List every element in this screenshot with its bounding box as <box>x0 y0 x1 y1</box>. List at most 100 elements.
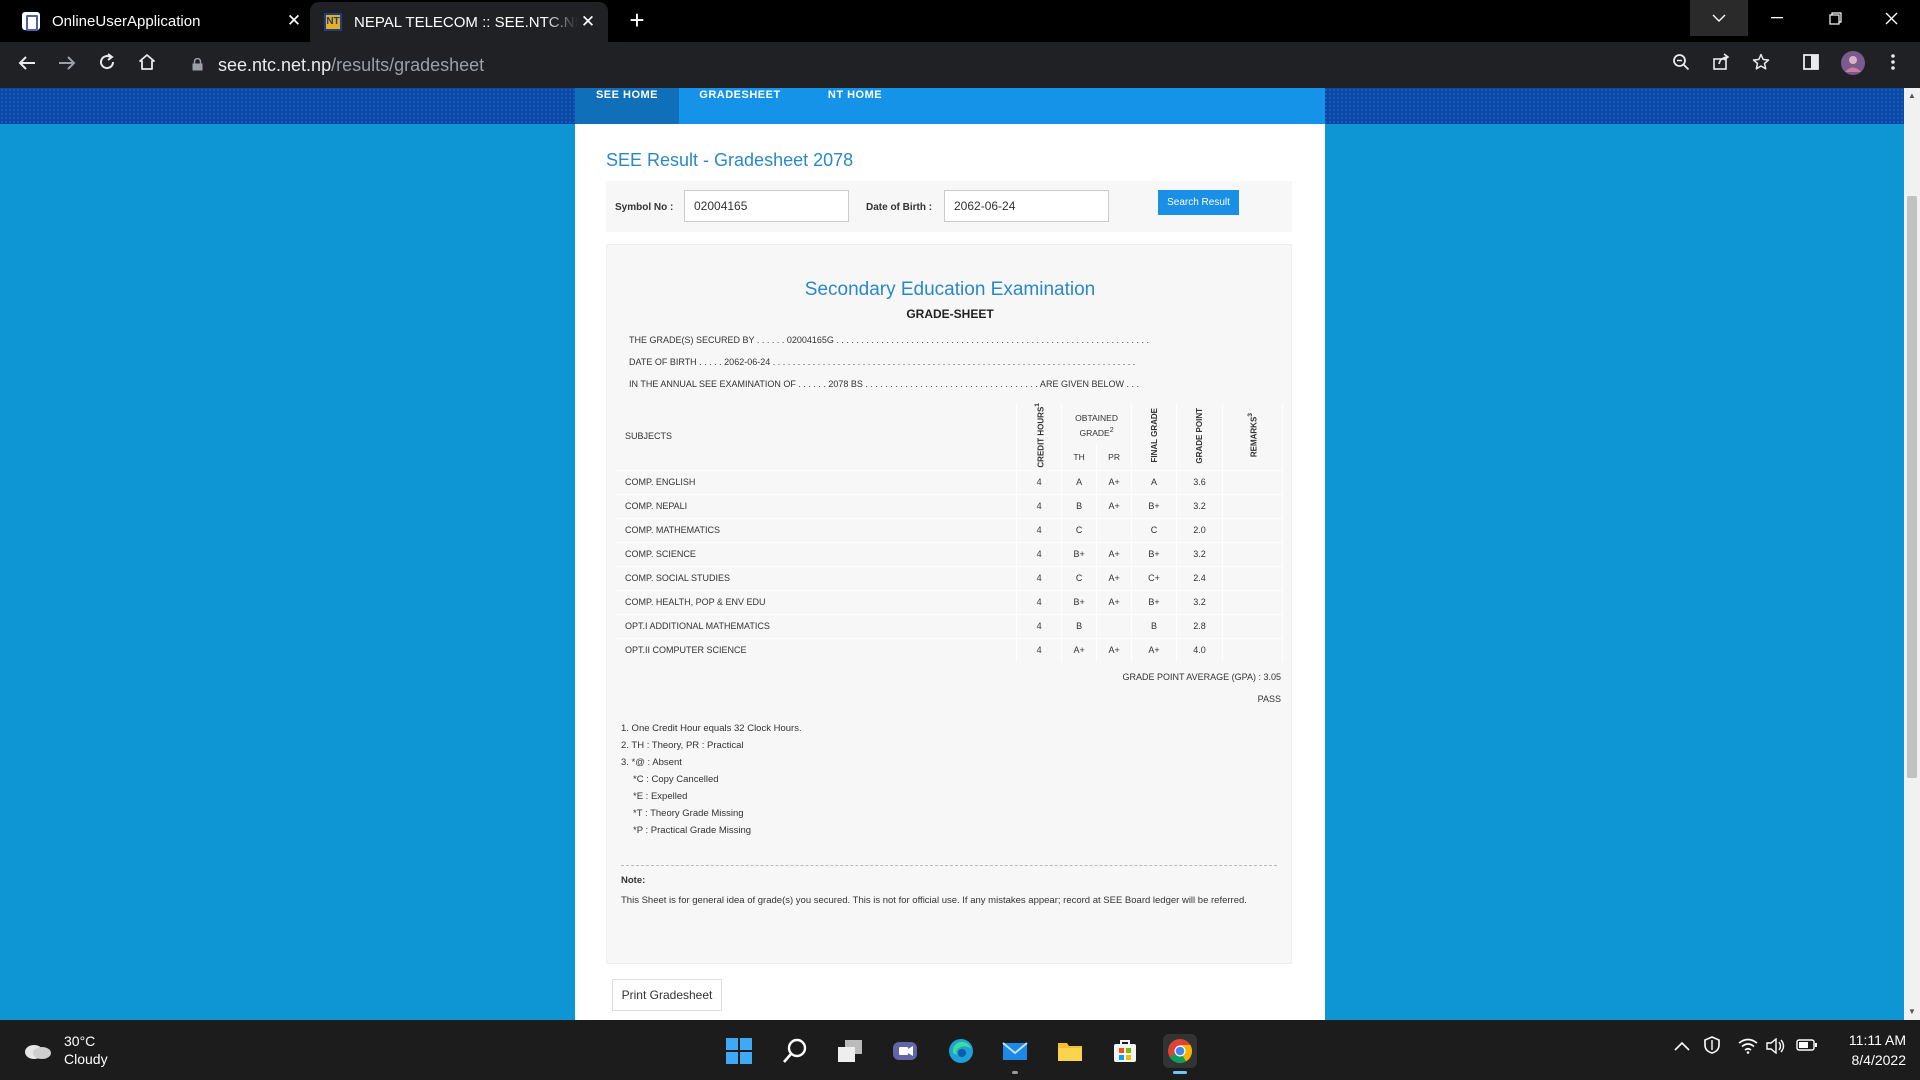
avatar-icon <box>1841 51 1865 75</box>
tab-search-button[interactable] <box>1690 0 1748 36</box>
remarks-cell <box>1222 541 1284 567</box>
print-gradesheet-button[interactable]: Print Gradesheet <box>612 979 722 1011</box>
nav-see-home[interactable]: SEE HOME <box>575 88 679 124</box>
obtained-grade-header: OBTAINED GRADE2 <box>1061 403 1133 444</box>
tab-nepal-telecom[interactable]: NT NEPAL TELECOM :: SEE.NTC.NET.NP ✕ <box>310 2 608 42</box>
subject-cell: COMP. MATHEMATICS <box>617 517 1018 543</box>
restore-button[interactable] <box>1806 0 1864 36</box>
result-status: PASS <box>1257 694 1281 704</box>
page-scrollbar[interactable]: ▲ ▼ <box>1904 88 1920 1020</box>
scroll-down-icon[interactable]: ▼ <box>1904 1004 1920 1020</box>
pr-cell: A+ <box>1096 589 1133 615</box>
share-button[interactable] <box>1706 50 1736 80</box>
show-hidden-icons-button[interactable] <box>1674 1038 1690 1055</box>
store-button[interactable] <box>1108 1034 1142 1068</box>
wifi-icon[interactable] <box>1738 1038 1758 1058</box>
shield-icon <box>1704 1036 1720 1054</box>
weather-widget[interactable]: 30°C Cloudy <box>22 1032 108 1068</box>
th-cell: C <box>1061 517 1098 543</box>
search-button[interactable] <box>778 1034 812 1068</box>
symbol-label: Symbol No : <box>615 202 674 213</box>
credit-cell: 4 <box>1016 517 1063 543</box>
back-button[interactable] <box>12 50 42 80</box>
start-button[interactable] <box>722 1034 756 1068</box>
task-view-button[interactable] <box>833 1034 867 1068</box>
reload-button[interactable] <box>92 50 122 80</box>
subject-cell: COMP. SCIENCE <box>617 541 1018 567</box>
zoom-button[interactable] <box>1666 50 1696 80</box>
profile-avatar[interactable] <box>1838 50 1868 80</box>
tab-title: OnlineUserApplication <box>52 12 201 30</box>
subject-cell: OPT.II COMPUTER SCIENCE <box>617 637 1018 663</box>
footnote: 3. *@ : Absent <box>621 757 682 768</box>
footnote: *E : Expelled <box>633 791 688 802</box>
scrollbar-thumb[interactable] <box>1907 196 1917 778</box>
chevron-up-icon <box>1674 1041 1690 1051</box>
th-cell: A+ <box>1061 637 1098 663</box>
url-text[interactable]: see.ntc.net.np/results/gradesheet <box>218 55 484 76</box>
search-result-button[interactable]: Search Result <box>1158 190 1239 215</box>
close-icon <box>1885 12 1897 24</box>
final-cell: A <box>1131 469 1178 495</box>
table-row: OPT.II COMPUTER SCIENCE 4 A+ A+ A+ 4.0 <box>617 637 1284 663</box>
bookmark-button[interactable] <box>1746 50 1776 80</box>
close-icon[interactable]: ✕ <box>284 11 304 31</box>
mail-button[interactable] <box>998 1034 1032 1074</box>
address-bar[interactable]: see.ntc.net.np/results/gradesheet <box>178 48 1698 82</box>
final-cell: B+ <box>1131 493 1178 519</box>
temperature: 30°C <box>64 1033 96 1049</box>
share-icon <box>1713 53 1730 70</box>
forward-button[interactable] <box>52 50 82 80</box>
divider <box>621 865 1277 866</box>
security-icon[interactable] <box>1704 1036 1720 1058</box>
volume-icon[interactable] <box>1766 1037 1786 1058</box>
search-form: Symbol No : Date of Birth : Search Resul… <box>606 181 1292 232</box>
subject-cell: OPT.I ADDITIONAL MATHEMATICS <box>617 613 1018 639</box>
grade-point-header: GRADE POINT <box>1176 403 1223 471</box>
remarks-cell <box>1222 637 1284 663</box>
close-icon[interactable]: ✕ <box>578 12 598 32</box>
chrome-button[interactable] <box>1163 1034 1197 1074</box>
close-window-button[interactable] <box>1862 0 1920 36</box>
grades-body: COMP. ENGLISH 4 A A+ A 3.6 COMP. NEPALI 4 B A+ B+ 3… <box>617 469 1284 663</box>
pr-cell <box>1096 613 1133 639</box>
dob-label: Date of Birth : <box>866 202 933 213</box>
point-cell: 3.2 <box>1176 493 1223 519</box>
dob-input[interactable] <box>944 190 1109 222</box>
url-domain: see.ntc.net.np <box>218 55 332 75</box>
th-cell: C <box>1061 565 1098 591</box>
file-explorer-button[interactable] <box>1053 1034 1087 1068</box>
table-row: COMP. SCIENCE 4 B+ A+ B+ 3.2 <box>617 541 1284 567</box>
active-indicator <box>1173 1071 1187 1074</box>
remarks-cell <box>1222 565 1284 591</box>
teams-chat-button[interactable] <box>888 1034 922 1068</box>
new-tab-button[interactable]: + <box>622 6 652 36</box>
practical-header: PR <box>1096 443 1133 471</box>
home-button[interactable] <box>132 50 162 80</box>
pr-cell: A+ <box>1096 469 1133 495</box>
nav-nt-home[interactable]: NT HOME <box>801 88 909 124</box>
minimize-icon <box>1771 17 1783 19</box>
point-cell: 2.8 <box>1176 613 1223 639</box>
point-cell: 3.2 <box>1176 589 1223 615</box>
point-cell: 3.2 <box>1176 541 1223 567</box>
symbol-input[interactable] <box>684 190 849 222</box>
scroll-up-icon[interactable]: ▲ <box>1904 88 1920 104</box>
nav-gradesheet[interactable]: GRADESHEET <box>679 88 801 124</box>
menu-button[interactable] <box>1878 50 1908 80</box>
document-icon <box>22 12 40 31</box>
edge-button[interactable] <box>944 1034 978 1068</box>
clock-time: 11:11 AM <box>1848 1032 1906 1048</box>
footnote: *T : Theory Grade Missing <box>633 808 744 819</box>
minimize-button[interactable] <box>1748 0 1806 36</box>
tab-online-user-application[interactable]: OnlineUserApplication ✕ <box>22 0 304 42</box>
remarks-cell <box>1222 589 1284 615</box>
subjects-header: SUBJECTS <box>617 403 1018 471</box>
th-cell: B <box>1061 613 1098 639</box>
battery-icon[interactable] <box>1796 1038 1818 1056</box>
gradesheet: Secondary Education Examination GRADE-SH… <box>606 244 1292 964</box>
remarks-header: REMARKS3 <box>1222 403 1284 471</box>
clock[interactable]: 11:11 AM 8/4/2022 <box>1830 1030 1906 1070</box>
side-panel-button[interactable] <box>1796 50 1826 80</box>
grades-table: SUBJECTS CREDIT HOURS1 OBTAINED GRADE2 F… <box>617 403 1284 663</box>
